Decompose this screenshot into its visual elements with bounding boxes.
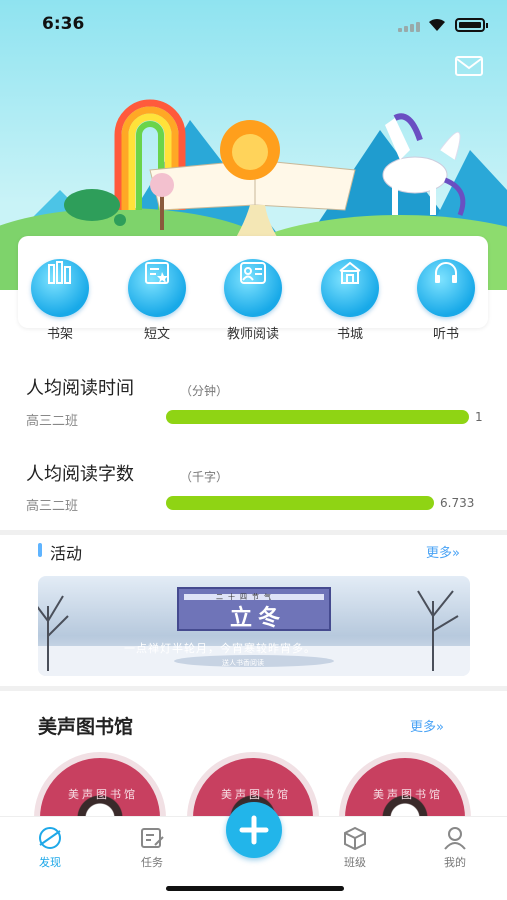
nav-label: 教师阅读 [226,327,279,342]
section-divider [0,686,507,691]
article-icon [128,259,186,317]
stat-class-name: 高三二班 [26,499,79,514]
headphones-icon [417,259,475,317]
class-icon [344,826,366,851]
app-screen: 6:36 书架 短文 教师阅读 书城 听书 人均阅读时间 （分钟） 高三二班 1… [0,0,507,900]
nav-bookstore[interactable]: 书城 [312,244,388,342]
tab-label: 发现 [39,856,61,869]
mail-icon[interactable] [455,56,483,76]
banner-small-bottom: 送人书香阅读 [222,659,264,667]
wifi-icon [429,18,445,31]
nav-label: 书城 [336,327,363,342]
task-icon [141,828,164,848]
home-indicator [166,886,344,891]
nav-articles[interactable]: 短文 [119,244,195,342]
stat-value: 1 [475,410,483,424]
status-time: 6:36 [42,14,85,34]
create-button[interactable] [226,802,282,858]
activity-banner[interactable]: 二十四节气 立冬 一点禅灯半轮月，今宵寒较昨宵多。 送人书香阅读 [38,576,470,676]
nav-teacher-reading[interactable]: 教师阅读 [215,244,291,342]
stat-title: 人均阅读时间 [26,378,134,399]
stat-bar [166,496,434,510]
bookshelf-icon [31,259,89,317]
tab-profile[interactable]: 我的 [425,825,485,870]
nav-label: 短文 [143,327,170,342]
plus-icon [239,815,269,845]
album-text: 美声图书馆 [373,788,443,801]
banner-poem: 一点禅灯半轮月，今宵寒较昨宵多。 [124,642,316,655]
stat-bar [166,410,469,424]
feature-nav: 书架 短文 教师阅读 书城 听书 [18,236,488,342]
bookstore-icon [321,259,379,317]
profile-icon [444,827,466,850]
library-title: 美声图书馆 [38,716,134,738]
activity-more-link[interactable]: 更多» [426,542,460,561]
stat-title: 人均阅读字数 [26,464,134,485]
tab-label: 班级 [344,856,366,869]
battery-icon [455,18,488,32]
nav-label: 听书 [432,327,459,342]
tab-discover[interactable]: 发现 [20,825,80,870]
album-text: 美声图书馆 [68,788,138,801]
section-marker [38,543,42,557]
album-text: 美声图书馆 [221,788,291,801]
teacher-reading-icon [224,259,282,317]
nav-label: 书架 [46,327,73,342]
stat-unit: （分钟） [180,384,229,398]
stat-unit: （千字） [180,470,229,484]
status-bar: 6:36 [0,0,507,50]
tab-label: 我的 [444,856,466,869]
tab-class[interactable]: 班级 [325,825,385,870]
cellular-signal-icon [398,20,424,32]
nav-audiobook[interactable]: 听书 [408,244,484,342]
activity-title: 活动 [50,544,83,563]
tab-task[interactable]: 任务 [122,825,182,870]
section-divider [0,530,507,535]
banner-heading: 立冬 [230,606,287,631]
stat-class-name: 高三二班 [26,414,79,429]
nav-bookshelf[interactable]: 书架 [22,244,98,342]
tab-label: 任务 [141,856,163,869]
stat-value: 6.733 [440,496,475,510]
library-more-link[interactable]: 更多» [410,716,444,735]
discover-icon [39,827,61,849]
